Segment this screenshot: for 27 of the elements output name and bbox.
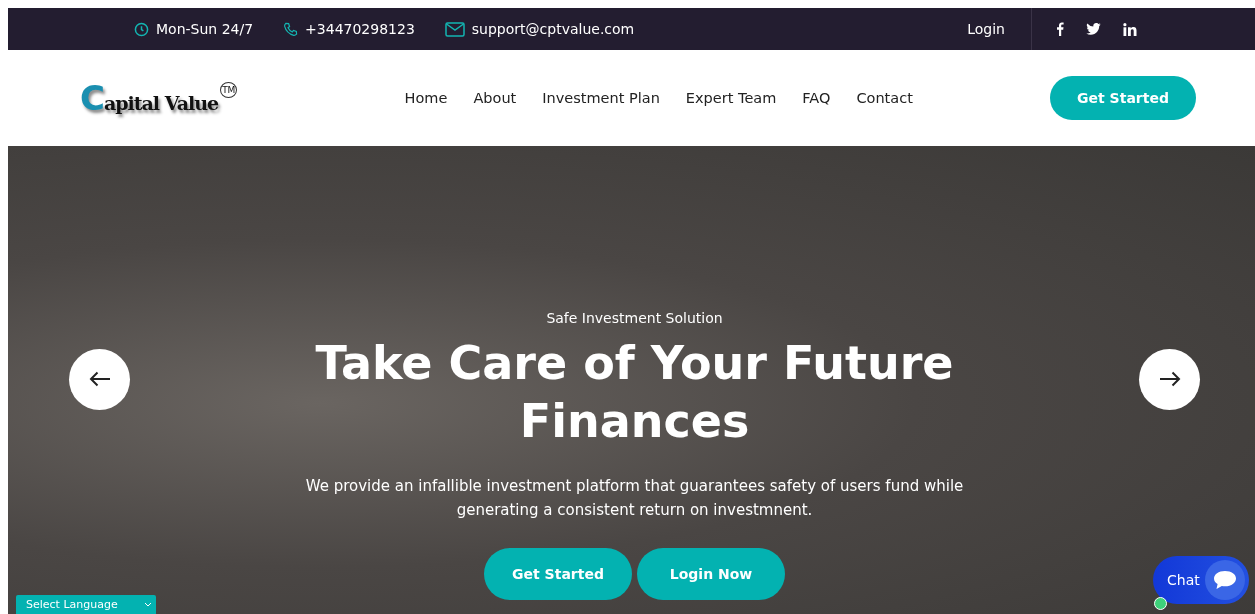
twitter-icon[interactable] — [1086, 23, 1101, 35]
opening-hours: Mon-Sun 24/7 — [156, 21, 254, 37]
nav-link[interactable]: Contact — [856, 90, 913, 106]
facebook-icon[interactable] — [1056, 22, 1064, 36]
hero-eyebrow: Safe Investment Solution — [546, 310, 723, 326]
arrow-left-icon — [88, 371, 111, 387]
clock-icon — [134, 21, 149, 37]
email-link[interactable]: support@cptvalue.com — [471, 21, 635, 37]
logo[interactable]: Capital Value TM — [80, 78, 238, 118]
nav-link[interactable]: Expert Team — [685, 90, 777, 106]
next-slide-button[interactable] — [1139, 348, 1200, 410]
linkedin-icon[interactable] — [1123, 22, 1137, 36]
chevron-down-icon — [144, 602, 152, 607]
previous-slide-button[interactable] — [69, 348, 130, 410]
mail-icon — [444, 21, 465, 37]
nav-link[interactable]: Investment Plan — [542, 90, 660, 106]
arrow-right-icon — [1158, 371, 1181, 387]
chat-bubble-icon — [1213, 570, 1237, 590]
login-link[interactable]: Login — [967, 8, 1032, 50]
nav-link[interactable]: FAQ — [802, 90, 831, 106]
nav-link[interactable]: Home — [404, 90, 448, 106]
phone-icon — [283, 21, 299, 37]
hero-title: Take Care of Your Future Finances — [314, 335, 955, 450]
nav-link[interactable]: About — [473, 90, 517, 106]
hero-description: We provide an infallible investment platform that guarantees safety of users fund while generating a consistent return on investmnent. — [304, 476, 965, 521]
chat-button[interactable]: Chat — [1153, 556, 1249, 604]
phone-link[interactable]: +34470298123 — [305, 21, 415, 37]
